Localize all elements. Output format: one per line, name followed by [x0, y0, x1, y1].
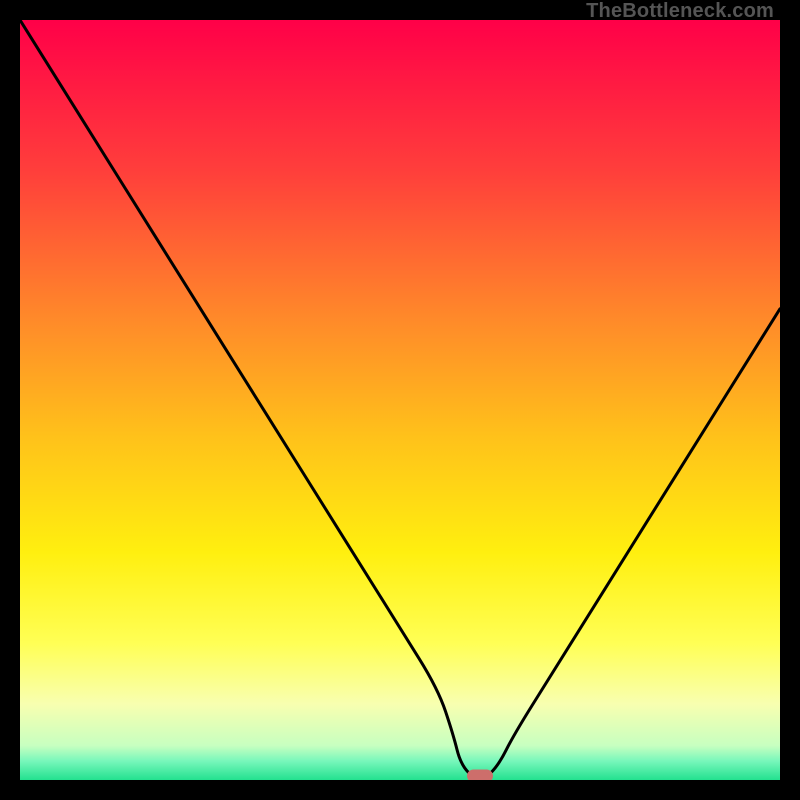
chart-frame: TheBottleneck.com [0, 0, 800, 800]
plot-area [20, 20, 780, 780]
bottleneck-curve [20, 20, 780, 780]
watermark-text: TheBottleneck.com [586, 0, 774, 23]
optimal-marker [467, 770, 493, 780]
